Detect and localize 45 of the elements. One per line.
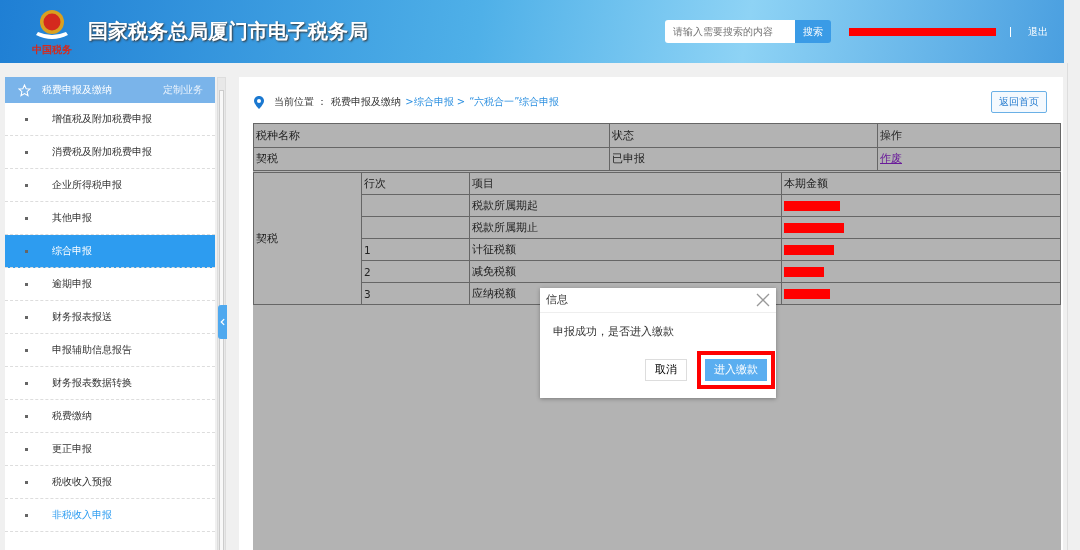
table-cell: 2 [364, 265, 371, 278]
sidebar-item[interactable]: 财务报表报送 [5, 301, 215, 334]
table-cell: 已申报 [609, 147, 878, 171]
dialog-title: 信息 [546, 293, 568, 307]
table-cell: 契税 [253, 172, 362, 305]
table-cell: 税款所属期起 [469, 194, 782, 217]
dialog-message: 申报成功，是否进入缴款 [552, 324, 675, 339]
sidebar-item[interactable]: 企业所得税申报 [5, 169, 215, 202]
location-pin-icon [254, 95, 264, 109]
column-header: 行次 [361, 172, 470, 195]
breadcrumb-label: 当前位置 ： [274, 95, 328, 109]
collapse-handle[interactable] [218, 305, 227, 339]
table-cell: 1 [364, 243, 371, 256]
sidebar-item[interactable]: 增值税及附加税费申报 [5, 103, 215, 136]
search-field[interactable]: 请输入需要搜索的内容 [665, 20, 795, 43]
sidebar-item[interactable]: 申报辅助信息报告 [5, 334, 215, 367]
chevron-left-icon [220, 318, 225, 326]
table-cell: 3 [364, 287, 371, 300]
column-header: 状态 [609, 123, 878, 148]
table-cell: 税款所属期止 [469, 216, 782, 239]
sidebar-title: 税费申报及缴纳 [42, 83, 112, 97]
sidebar-item[interactable]: 更正申报 [5, 433, 215, 466]
close-icon[interactable] [756, 293, 770, 307]
column-header: 操作 [877, 123, 1061, 148]
site-title: 国家税务总局厦门市电子税务局 [88, 18, 368, 45]
column-header: 本期金额 [781, 172, 1061, 195]
breadcrumb-link[interactable]: >综合申报 > [405, 95, 466, 109]
table-cell: 契税 [253, 147, 610, 171]
breadcrumb-text: 税费申报及缴纳 [331, 95, 402, 109]
sidebar-item[interactable]: 消费税及附加税费申报 [5, 136, 215, 169]
sidebar-item[interactable]: 财务报表数据转换 [5, 367, 215, 400]
logo-caption: 中国税务 [32, 42, 72, 57]
table-cell: 计征税额 [469, 238, 782, 261]
sidebar-item[interactable]: 税费缴纳 [5, 400, 215, 433]
star-icon [18, 83, 31, 97]
table-cell: 减免税额 [469, 260, 782, 283]
column-header: 税种名称 [253, 123, 610, 148]
sidebar-item[interactable]: 逾期申报 [5, 268, 215, 301]
home-button[interactable]: 返回首页 [991, 91, 1047, 113]
void-link[interactable]: 作废 [880, 152, 902, 164]
separator-bar [1010, 26, 1011, 37]
cancel-button[interactable]: 取消 [645, 359, 687, 381]
breadcrumb-link[interactable]: “六税合一”综合申报 [469, 95, 560, 109]
sidebar-item[interactable]: 税收收入预报 [5, 466, 215, 499]
column-header: 项目 [469, 172, 782, 195]
